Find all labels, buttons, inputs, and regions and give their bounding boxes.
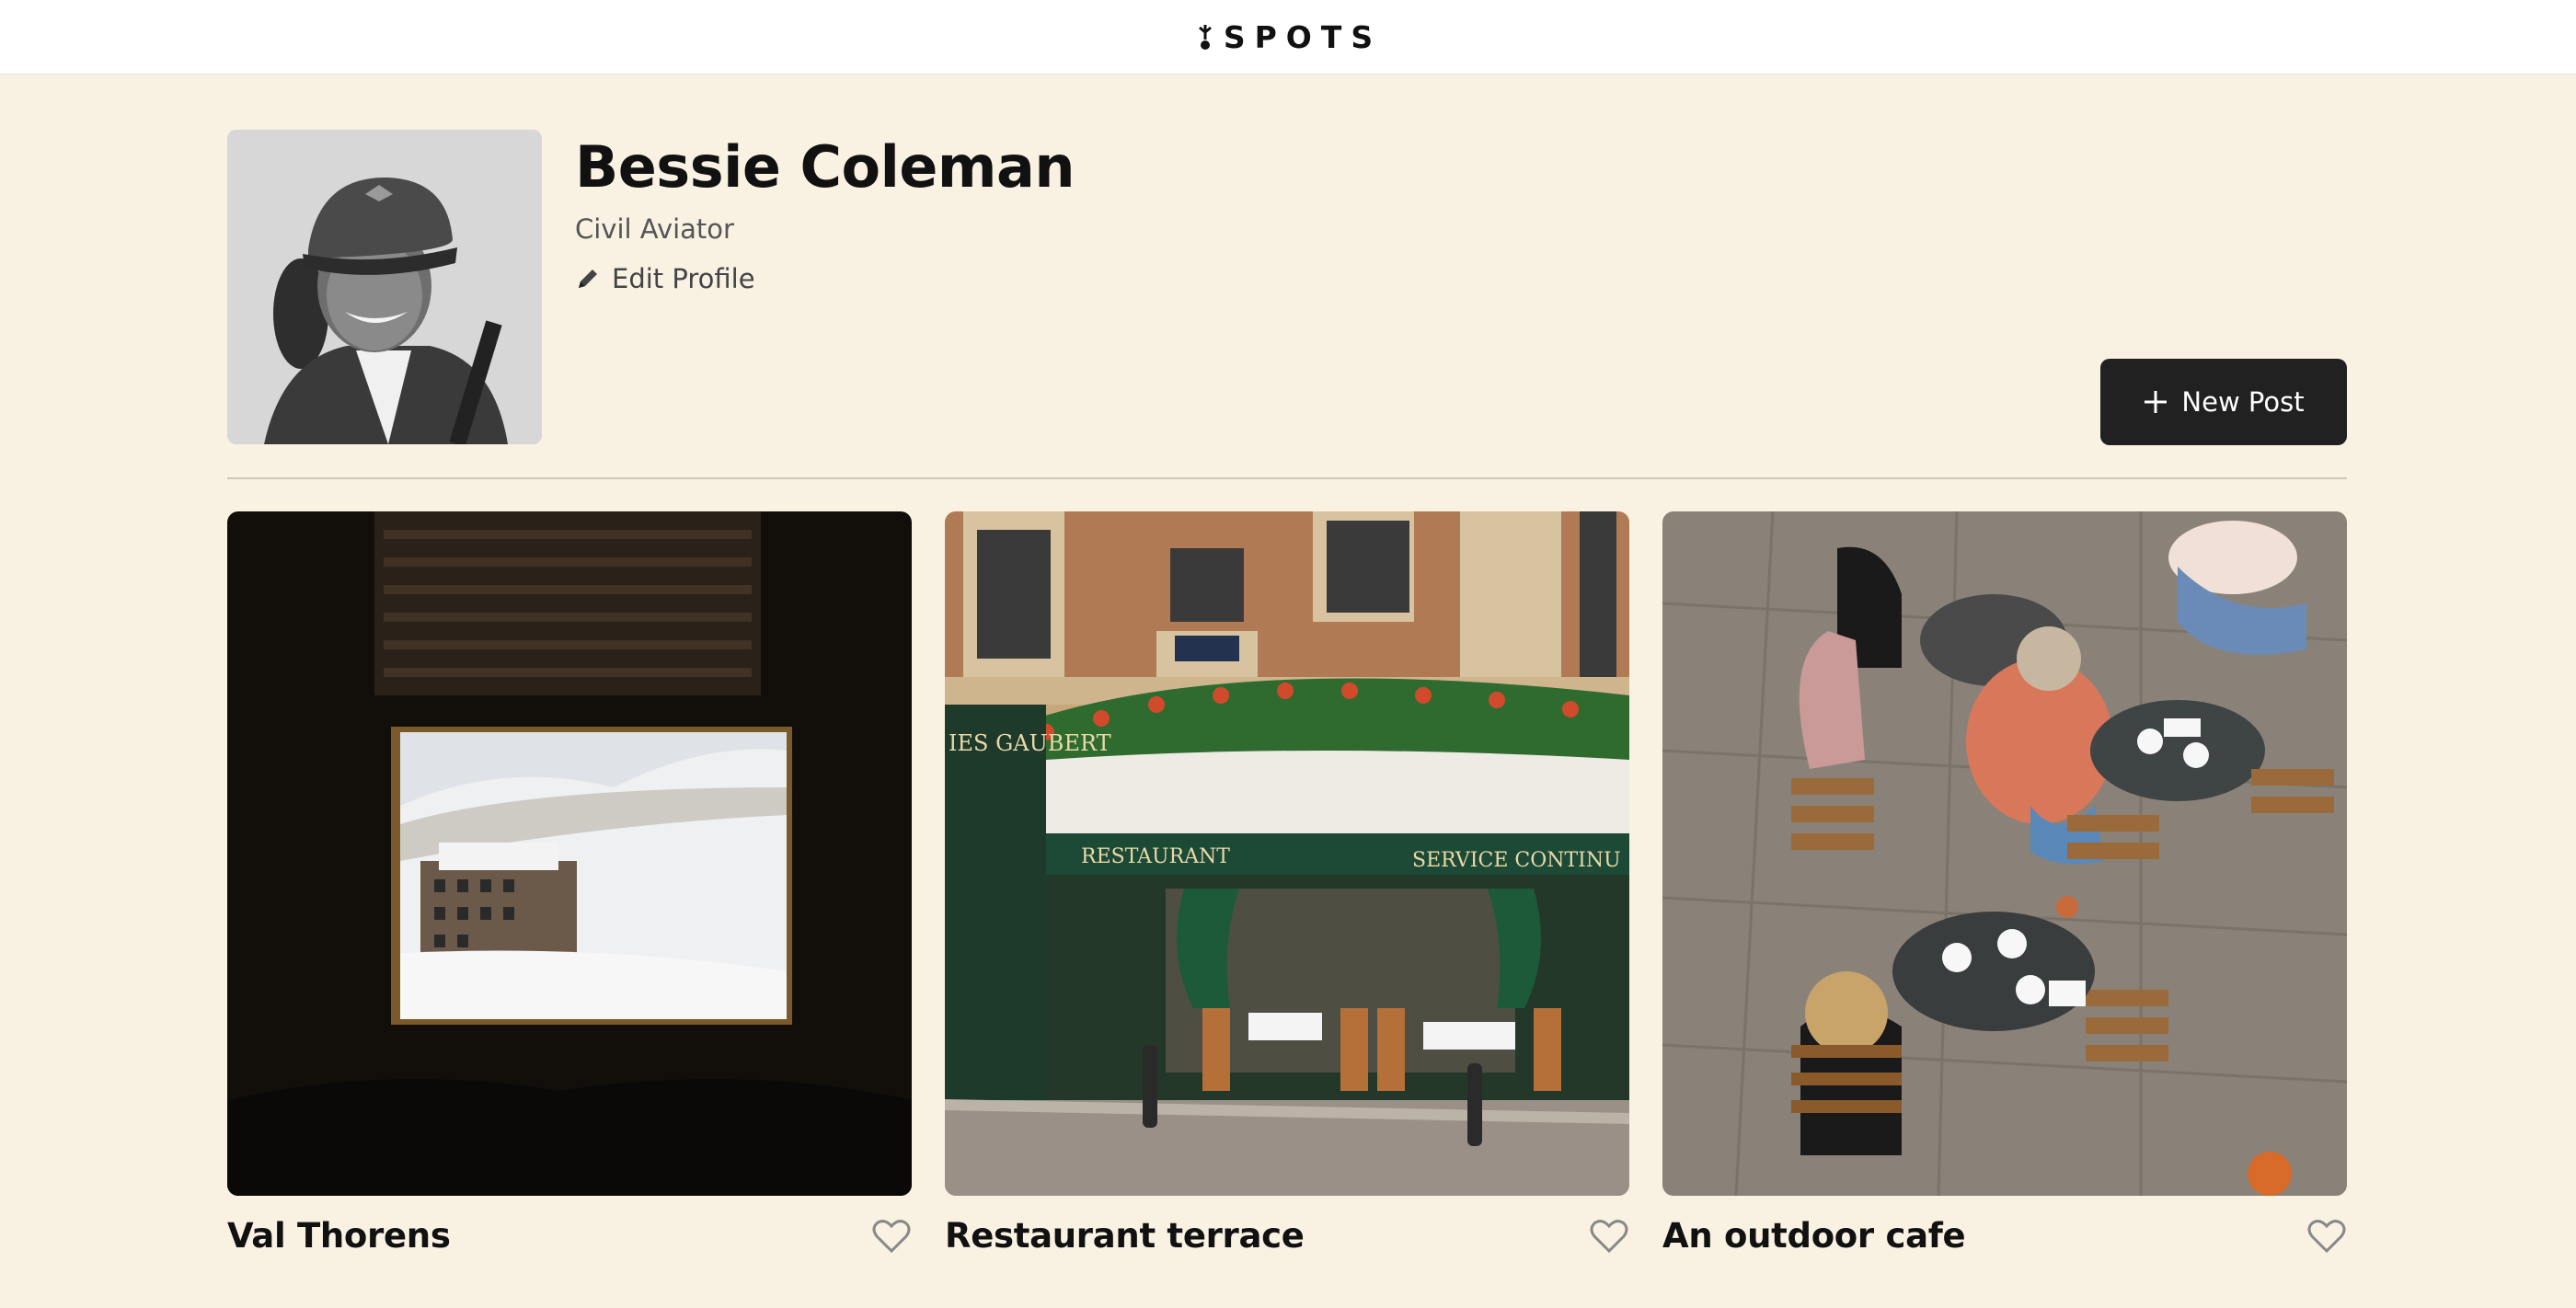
card-title: An outdoor cafe <box>1662 1216 1966 1256</box>
card-title: Val Thorens <box>227 1216 451 1256</box>
card-footer: Restaurant terrace <box>945 1216 1629 1256</box>
card-footer: Val Thorens <box>227 1216 912 1256</box>
divider <box>227 477 2347 479</box>
avatar <box>227 130 542 444</box>
card: An outdoor cafe <box>1662 511 2347 1256</box>
card-title: Restaurant terrace <box>945 1216 1305 1256</box>
pencil-icon <box>579 270 597 289</box>
logo-text: SPOTS <box>1223 18 1383 55</box>
profile-role: Civil Aviator <box>575 212 734 245</box>
cards-grid: Val Thorens RESTAURANT SERVICE CONTINU I… <box>227 511 2347 1256</box>
heart-icon[interactable] <box>871 1218 912 1255</box>
card: RESTAURANT SERVICE CONTINU IES GAUBERT R… <box>945 511 1629 1256</box>
shop-sign-text: IES GAUBERT <box>949 730 1111 756</box>
card: Val Thorens <box>227 511 912 1256</box>
plus-icon <box>2145 391 2168 413</box>
logo[interactable]: SPOTS <box>1194 19 1382 55</box>
new-post-label: New Post <box>2181 386 2305 418</box>
profile-section: Bessie Coleman Civil Aviator Edit Profil… <box>227 130 2347 445</box>
new-post-button[interactable]: New Post <box>2100 359 2347 445</box>
edit-profile-label: Edit Profile <box>612 263 755 295</box>
profile-name: Bessie Coleman <box>575 133 1075 201</box>
card-footer: An outdoor cafe <box>1662 1216 2347 1256</box>
top-bar: SPOTS <box>0 0 2576 75</box>
card-image[interactable] <box>227 511 912 1196</box>
awning-left-text: RESTAURANT <box>1081 845 1230 868</box>
edit-profile-button[interactable]: Edit Profile <box>575 263 1075 294</box>
card-image[interactable] <box>1662 511 2347 1196</box>
heart-icon[interactable] <box>1589 1218 1629 1255</box>
heart-icon[interactable] <box>2306 1218 2347 1255</box>
profile-info: Bessie Coleman Civil Aviator Edit Profil… <box>575 130 1075 294</box>
card-image[interactable]: RESTAURANT SERVICE CONTINU IES GAUBERT <box>945 511 1629 1196</box>
flower-icon <box>1198 25 1212 50</box>
awning-right-text: SERVICE CONTINU <box>1412 849 1621 872</box>
